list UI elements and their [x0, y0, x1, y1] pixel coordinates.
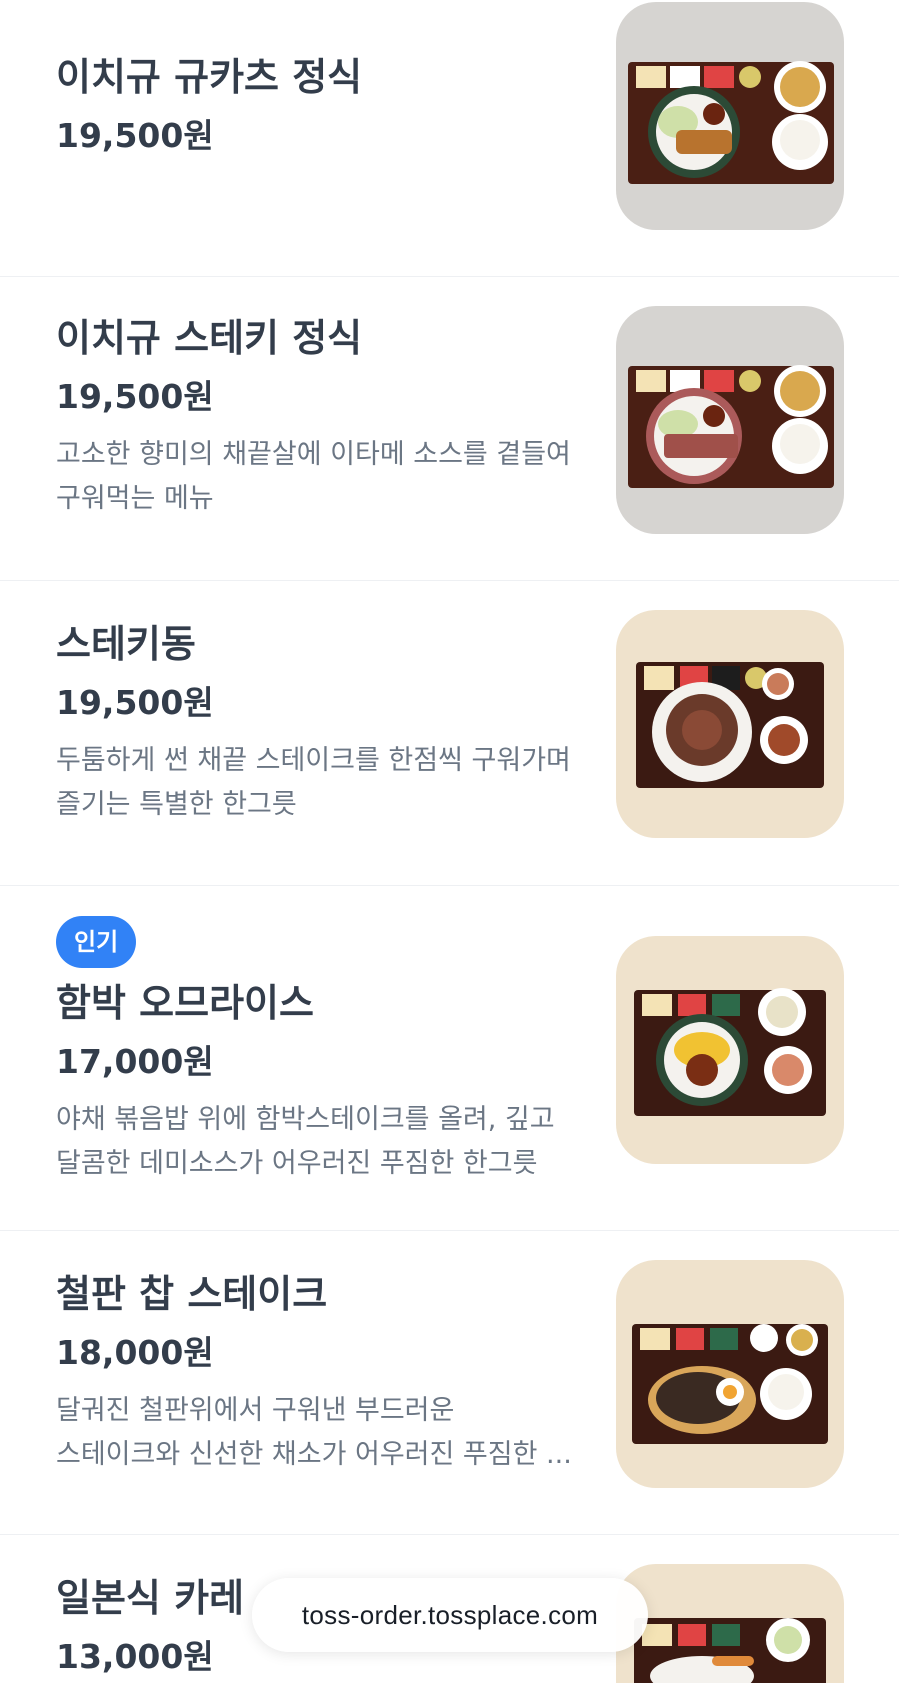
- menu-item-text: 스테키동 19,500원 두툼하게 썬 채끝 스테이크를 한점씩 구워가며 즐기…: [56, 619, 576, 827]
- menu-item-image: [616, 1564, 844, 1683]
- menu-item-description: 고소한 향미의 채끝살에 이타메 소스를 곁들여 구워먹는 메뉴: [56, 433, 576, 521]
- menu-item-name: 이치규 규카츠 정식: [56, 55, 363, 99]
- menu-item-image: [616, 936, 844, 1164]
- description-line: 스테이크와 신선한 채소가 어우러진 푸짐한 ...: [56, 1439, 572, 1470]
- menu-item-text: 이치규 규카츠 정식 19,500원: [56, 52, 576, 158]
- menu-item-gyukatsu-set[interactable]: 이치규 규카츠 정식 19,500원: [0, 0, 899, 277]
- menu-item-price: 19,500원: [56, 377, 214, 416]
- description-line: 두툼하게 썬 채끝 스테이크를 한점씩 구워가며: [56, 745, 571, 776]
- menu-item-description: 두툼하게 썬 채끝 스테이크를 한점씩 구워가며 즐기는 특별한 한그릇: [56, 739, 576, 827]
- menu-item-hamburg-omurice[interactable]: 인기 함박 오므라이스 17,000원 야채 볶음밥 위에 함박스테이크를 올려…: [0, 886, 899, 1231]
- description-line: 구워먹는 메뉴: [56, 483, 214, 514]
- menu-item-name: 함박 오므라이스: [56, 981, 314, 1025]
- menu-item-description: 야채 볶음밥 위에 함박스테이크를 올려, 깊고 달콤한 데미소스가 어우러진 …: [56, 1098, 576, 1186]
- browser-url-bar[interactable]: toss-order.tossplace.com: [252, 1578, 648, 1652]
- menu-item-price: 19,500원: [56, 116, 214, 155]
- menu-item-name: 철판 찹 스테이크: [56, 1272, 328, 1316]
- menu-item-image: [616, 306, 844, 534]
- menu-page: 이치규 규카츠 정식 19,500원 이치규 스테키 정식 19,500원 고소…: [0, 0, 899, 1683]
- description-line: 고소한 향미의 채끝살에 이타메 소스를 곁들여: [56, 439, 571, 470]
- menu-item-price: 19,500원: [56, 683, 214, 722]
- menu-item-text: 이치규 스테키 정식 19,500원 고소한 향미의 채끝살에 이타메 소스를 …: [56, 313, 576, 521]
- description-line: 달콤한 데미소스가 어우러진 푸짐한 한그릇: [56, 1148, 538, 1179]
- menu-item-steak-set[interactable]: 이치규 스테키 정식 19,500원 고소한 향미의 채끝살에 이타메 소스를 …: [0, 277, 899, 581]
- menu-item-text: 철판 찹 스테이크 18,000원 달궈진 철판위에서 구워낸 부드러운 스테이…: [56, 1269, 576, 1477]
- menu-item-price: 17,000원: [56, 1042, 214, 1081]
- menu-item-name: 스테키동: [56, 622, 196, 666]
- description-line: 야채 볶음밥 위에 함박스테이크를 올려, 깊고: [56, 1104, 555, 1135]
- menu-item-image: [616, 1260, 844, 1488]
- menu-item-sizzling-chop-steak[interactable]: 철판 찹 스테이크 18,000원 달궈진 철판위에서 구워낸 부드러운 스테이…: [0, 1231, 899, 1535]
- popular-badge: 인기: [56, 916, 137, 968]
- menu-item-description: 달궈진 철판위에서 구워낸 부드러운 스테이크와 신선한 채소가 어우러진 푸짐…: [56, 1389, 576, 1477]
- menu-item-steak-don[interactable]: 스테키동 19,500원 두툼하게 썬 채끝 스테이크를 한점씩 구워가며 즐기…: [0, 581, 899, 886]
- description-line: 즐기는 특별한 한그릇: [56, 789, 297, 820]
- menu-item-image: [616, 2, 844, 230]
- menu-item-name: 이치규 스테키 정식: [56, 316, 363, 360]
- menu-item-image: [616, 610, 844, 838]
- menu-item-text: 인기 함박 오므라이스 17,000원 야채 볶음밥 위에 함박스테이크를 올려…: [56, 916, 576, 1186]
- description-line: 달궈진 철판위에서 구워낸 부드러운: [56, 1395, 455, 1426]
- browser-url-text: toss-order.tossplace.com: [301, 1599, 599, 1630]
- menu-item-price: 18,000원: [56, 1333, 214, 1372]
